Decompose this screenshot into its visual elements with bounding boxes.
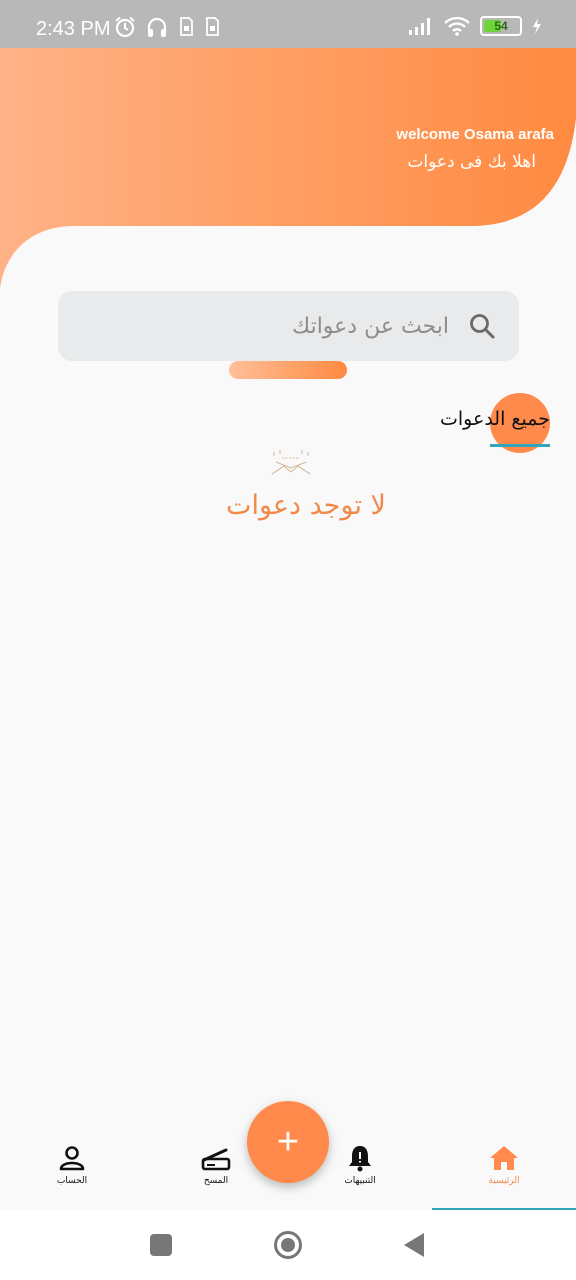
battery-level: 54 (494, 19, 508, 33)
status-icons-left (114, 16, 220, 38)
home-button[interactable] (273, 1230, 303, 1260)
nav-item-home[interactable]: الرئيسية (454, 1144, 554, 1186)
status-bar: 2:43 PM 54 (0, 0, 576, 48)
scroll-indicator (229, 361, 347, 379)
scanner-icon (201, 1148, 231, 1171)
tab-indicator (490, 444, 550, 447)
alarm-icon (115, 16, 135, 38)
search-placeholder: ابحث عن دعواتك (292, 313, 449, 339)
signal-icon (409, 18, 430, 35)
status-icons-right: 54 (408, 16, 542, 36)
account-icon (59, 1146, 85, 1171)
nav-item-account[interactable]: الحساب (22, 1144, 122, 1186)
empty-state-message: لا توجد دعوات (226, 490, 386, 521)
sim-icon (206, 17, 219, 36)
nav-label-notifications: التنبيهات (344, 1176, 376, 1186)
search-icon (467, 311, 497, 341)
nav-label-account: الحساب (56, 1176, 88, 1186)
search-input[interactable]: ابحث عن دعواتك (58, 291, 519, 361)
status-time: 2:43 PM (36, 18, 111, 40)
battery-icon: 54 (480, 16, 522, 36)
plus-icon: + (276, 1120, 300, 1163)
bell-icon (349, 1146, 371, 1172)
nav-label-home: الرئيسية (488, 1176, 520, 1186)
welcome-subtitle: اهلا بك فى دعوات (407, 152, 536, 172)
nav-label-scan: المسح (203, 1176, 229, 1186)
charging-icon (533, 18, 541, 34)
empty-state-illustration (271, 450, 311, 475)
recents-button[interactable] (150, 1234, 172, 1256)
welcome-title: welcome Osama arafa (396, 126, 554, 143)
system-navigation-bar (0, 1210, 576, 1280)
header-banner (0, 48, 576, 288)
home-icon (490, 1146, 518, 1170)
headphones-icon (147, 17, 167, 37)
back-button[interactable] (403, 1232, 425, 1258)
add-invitation-button[interactable]: + (247, 1101, 329, 1183)
wifi-icon (444, 16, 470, 36)
tab-all-invitations[interactable]: جميع الدعوات (440, 408, 550, 430)
sim-icon (180, 17, 193, 36)
